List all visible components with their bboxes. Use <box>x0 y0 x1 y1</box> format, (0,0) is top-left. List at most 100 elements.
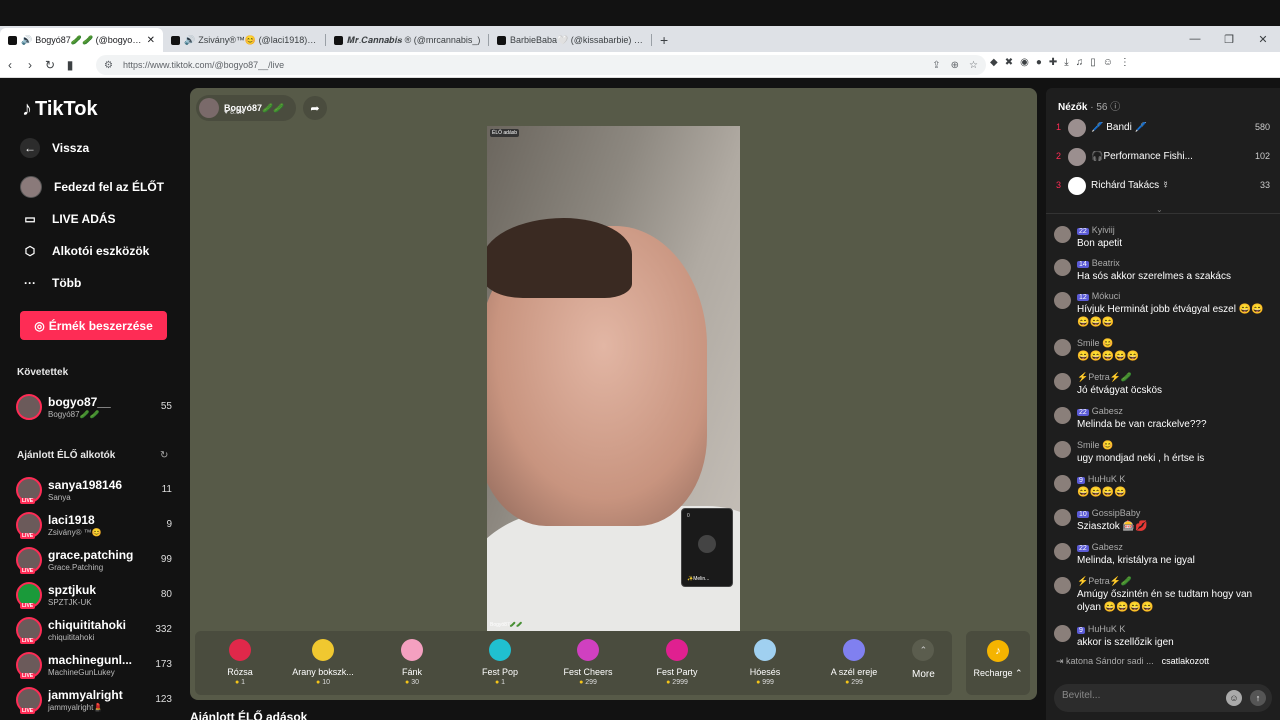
avatar <box>1054 441 1071 458</box>
extension-icon[interactable]: ✖ <box>1005 57 1013 68</box>
back-nav[interactable]: ← Vissza <box>20 138 89 158</box>
puzzle-icon[interactable]: ✚ <box>1049 57 1057 68</box>
music-icon[interactable]: ♫ <box>1076 57 1084 68</box>
avatar <box>1054 475 1071 492</box>
forward-icon[interactable]: › <box>20 58 40 72</box>
join-notice: ⇥ katona Sándor sadi ... csatlakozott <box>1056 656 1210 666</box>
tiktok-favicon-icon <box>334 35 343 45</box>
get-coins-button[interactable]: ◎ Érmék beszerzése <box>20 311 167 340</box>
top-viewer[interactable]: 2 🎧Performance Fishi... 102 <box>1056 146 1270 168</box>
site-settings-icon[interactable]: ⚙ <box>104 60 113 71</box>
video-username: Bogyó87🥒🥒 <box>490 622 523 628</box>
back-icon[interactable]: ‹ <box>0 58 20 72</box>
tiktok-favicon-icon <box>8 35 17 45</box>
extension-icon[interactable]: ● <box>1036 57 1042 68</box>
tab-mrcannabis[interactable]: 𝑴𝒓.𝑪𝒂𝒏𝒏𝒂𝒃𝒊𝒔 ® (@mrcannabis_) <box>326 28 489 52</box>
tab-bar: 🔊 Bogyó87🥒🥒 (@bogyo87_ ✕ 🔊 Zsivány®™😊 (@lac… <box>0 26 1280 52</box>
avatar <box>1054 373 1071 390</box>
avatar <box>16 512 42 539</box>
close-tab-icon[interactable]: ✕ <box>147 35 155 46</box>
window-controls: — ❐ ✕ <box>1178 26 1280 52</box>
live-studio-nav[interactable]: ▭ LIVE ADÁS <box>20 209 115 229</box>
recommended-account[interactable]: chiquititahokichiquititahoki332 <box>16 615 172 645</box>
gift-item[interactable]: Fest Pop1 <box>460 639 540 686</box>
avatar <box>1054 259 1071 276</box>
gift-item[interactable]: Hóesés999 <box>725 639 805 686</box>
wind-icon <box>843 639 865 661</box>
guest-name: ✨Melin... <box>687 576 710 582</box>
guest-window[interactable]: 0 ✨Melin... <box>681 508 733 587</box>
arrow-left-icon: ← <box>20 138 40 158</box>
tiktok-favicon-icon <box>497 35 506 45</box>
gift-item[interactable]: Fest Party2999 <box>637 639 717 686</box>
enter-icon: ⇥ <box>1056 656 1067 666</box>
extension-icon[interactable]: ◆ <box>990 57 998 68</box>
explore-live-nav[interactable]: Fedezd fel az ÉLŐT <box>20 176 164 198</box>
sidebar-icon[interactable]: ▯ <box>1090 57 1096 68</box>
chat-input[interactable] <box>1062 690 1222 701</box>
gift-item[interactable]: Fánk30 <box>372 639 452 686</box>
avatar <box>698 535 716 553</box>
share-icon[interactable]: ⇪ <box>932 60 940 71</box>
recommended-account[interactable]: jammyalrightjammyalright💄123 <box>16 685 172 715</box>
gift-item[interactable]: Arany bokszk...10 <box>283 639 363 686</box>
gift-item[interactable]: Rózsa1 <box>200 639 280 686</box>
zoom-icon[interactable]: ⊕ <box>951 60 959 71</box>
recommended-account[interactable]: grace.patchingGrace.Patching99 <box>16 545 172 575</box>
address-bar-row: ‹ › ↻ ▮ ⚙ https://www.tiktok.com/@bogyo8… <box>0 52 1280 78</box>
glove-icon <box>312 639 334 661</box>
more-gifts-button[interactable]: ⌃ More <box>912 639 935 680</box>
viewers-header[interactable]: Nézők · 56 ⓘ <box>1058 98 1120 113</box>
recharge-button[interactable]: ♪ Recharge ⌃ <box>966 631 1030 695</box>
more-nav[interactable]: ··· Több <box>20 273 81 293</box>
new-tab-button[interactable]: + <box>652 28 676 52</box>
avatar <box>1068 119 1086 137</box>
top-viewer[interactable]: 3 Richárd Takács ☿ 33 <box>1056 175 1270 197</box>
extension-icon[interactable]: ◉ <box>1020 57 1029 68</box>
star-icon[interactable]: ☆ <box>969 60 978 71</box>
info-icon[interactable]: ⓘ <box>1110 102 1120 113</box>
tiktok-note-icon: ♪ <box>22 98 32 120</box>
avatar <box>199 98 219 118</box>
avatar <box>1068 177 1086 195</box>
tab-laci[interactable]: 🔊Zsivány®™😊 (@laci1918) ÉLŐ a <box>163 28 326 52</box>
gift-item[interactable]: Fest Cheers299 <box>548 639 628 686</box>
omnibox[interactable]: ⚙ https://www.tiktok.com/@bogyo87__/live… <box>96 55 986 75</box>
send-icon[interactable]: ↑ <box>1250 690 1266 706</box>
creator-tools-nav[interactable]: ⬡ Alkotói eszközök <box>20 241 150 261</box>
speaker-icon: 🔊 <box>184 34 196 45</box>
snowflake-icon <box>754 639 776 661</box>
minimize-icon[interactable]: — <box>1178 33 1212 45</box>
share-arrow-icon: ➦ <box>310 102 320 115</box>
download-icon[interactable]: ⤓ <box>1064 57 1068 68</box>
gift-bar: Rózsa1 Arany bokszk...10 Fánk30 Fest Pop… <box>195 631 952 695</box>
tiktok-logo[interactable]: ♪ TikTok <box>22 98 98 121</box>
following-account[interactable]: bogyo87__ Bogyó87🥒🥒 55 <box>16 392 172 422</box>
menu-icon[interactable]: ⋮ <box>1120 57 1130 68</box>
emoji-icon[interactable]: ☺ <box>1226 690 1242 706</box>
close-window-icon[interactable]: ✕ <box>1246 33 1280 46</box>
coin-icon: ♪ <box>987 640 1009 662</box>
maximize-icon[interactable]: ❐ <box>1212 33 1246 46</box>
recommended-account[interactable]: spztjkukSPZTJK-UK80 <box>16 580 172 610</box>
ellipsis-icon: ··· <box>24 276 36 290</box>
tab-kissabarbie[interactable]: BarbieBaba🤍 (@kissabarbie) ÉLŐ ad <box>489 28 652 52</box>
reload-icon[interactable]: ↻ <box>40 58 60 72</box>
gift-item[interactable]: A szél ereje299 <box>814 639 894 686</box>
host-info[interactable]: Bogyó87🥒🥒 ♥ 8.0K <box>196 95 296 121</box>
avatar <box>1054 543 1071 560</box>
recommended-account[interactable]: laci1918Zsivány® ™😊9 <box>16 510 172 540</box>
avatar <box>16 652 42 679</box>
bookmark-icon[interactable]: ▮ <box>60 58 80 72</box>
tab-bogyo[interactable]: 🔊 Bogyó87🥒🥒 (@bogyo87_ ✕ <box>0 28 163 52</box>
fest-party-icon <box>666 639 688 661</box>
recommended-header: Ajánlott ÉLŐ alkotók <box>17 450 116 461</box>
top-viewer[interactable]: 1 🖊️ Bandi 🖊️ 580 <box>1056 117 1270 139</box>
profile-icon[interactable]: ☺ <box>1103 57 1113 68</box>
recommended-account[interactable]: sanya198146Sanya11 <box>16 475 172 505</box>
avatar <box>1054 625 1071 642</box>
refresh-icon[interactable]: ↻ <box>160 450 168 461</box>
recommended-account[interactable]: machinegunl...MachineGunLukey173 <box>16 650 172 680</box>
share-button[interactable]: ➦ <box>303 96 327 120</box>
live-video[interactable]: ÉLŐ adásb Bogyó87🥒🥒 0 ✨Melin... <box>487 126 740 631</box>
